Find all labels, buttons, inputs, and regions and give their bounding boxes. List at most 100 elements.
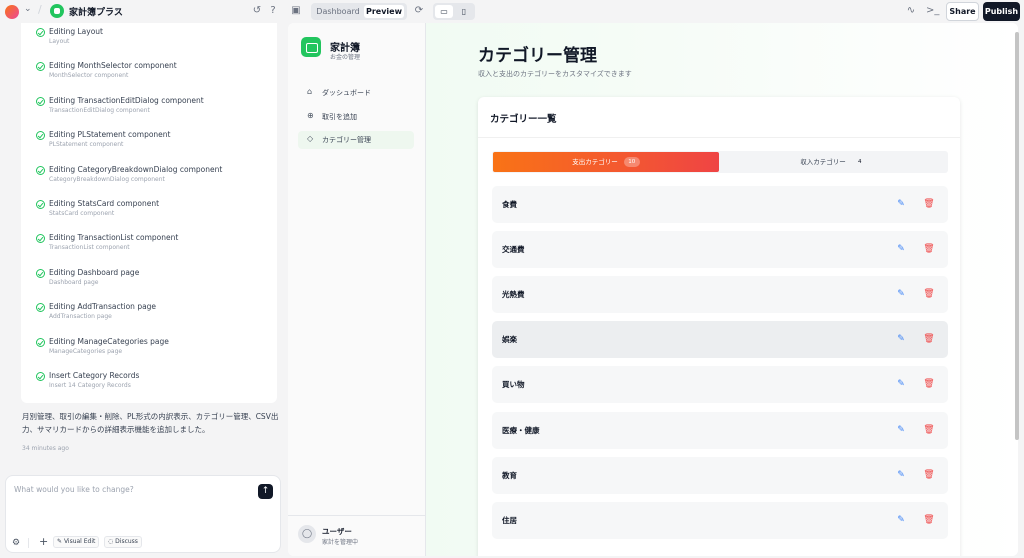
- step-subtitle: ManageCategories page: [49, 347, 123, 355]
- step-subtitle: Layout: [49, 38, 70, 45]
- sidebar-item-label: 取引を追加: [322, 113, 357, 121]
- category-row[interactable]: 住居 ✎ 🗑: [492, 501, 948, 539]
- brand-subtitle: お金の管理: [330, 54, 361, 61]
- edit-icon[interactable]: ✎: [895, 514, 907, 526]
- message-input[interactable]: What would you like to change?: [14, 485, 134, 494]
- step-subtitle: StatsCard component: [49, 210, 115, 217]
- edit-icon[interactable]: ✎: [895, 288, 907, 300]
- sidebar-item-add-transaction[interactable]: ⊕ 取引を追加: [298, 108, 414, 126]
- edit-icon[interactable]: ✎: [895, 243, 907, 255]
- divider: [288, 515, 426, 516]
- visual-edit-button[interactable]: ✎ Visual Edit: [53, 536, 100, 548]
- scrollbar[interactable]: [1015, 32, 1019, 440]
- trash-icon[interactable]: 🗑: [923, 514, 935, 526]
- step-subtitle: TransactionEditDialog component: [49, 106, 150, 114]
- device-switcher: ▭ ▯: [433, 3, 475, 20]
- trash-icon[interactable]: 🗑: [923, 288, 935, 300]
- edit-icon[interactable]: ✎: [895, 198, 907, 210]
- trash-icon[interactable]: 🗑: [923, 198, 935, 210]
- check-circle-icon: [36, 62, 45, 72]
- tag-icon: ◇: [307, 134, 314, 143]
- check-circle-icon: [36, 28, 45, 37]
- check-circle-icon: [36, 200, 45, 209]
- trash-icon[interactable]: 🗑: [923, 424, 935, 436]
- category-row[interactable]: 娯楽 ✎ 🗑: [492, 321, 948, 359]
- edit-icon[interactable]: ✎: [895, 333, 907, 345]
- workspace-logo-icon[interactable]: [5, 5, 19, 19]
- category-name: 食費: [502, 200, 517, 209]
- category-row[interactable]: 医療・健康 ✎ 🗑: [492, 411, 948, 449]
- sidebar-toggle-icon[interactable]: ▣: [290, 5, 302, 17]
- app-sidebar: 家計簿 お金の管理 ⌂ ダッシュボード ⊕ 取引を追加 ◇ カテゴリー管理 ◯ …: [288, 23, 426, 556]
- trash-icon[interactable]: 🗑: [923, 333, 935, 345]
- attach-plus-icon[interactable]: +: [39, 535, 48, 548]
- page-title: カテゴリー管理: [478, 46, 597, 66]
- category-name: 娯楽: [502, 335, 517, 345]
- tab-income-categories[interactable]: 収入カテゴリー 4: [721, 152, 947, 172]
- user-name: ユーザー: [322, 527, 352, 536]
- check-circle-icon: [36, 303, 45, 313]
- trash-icon[interactable]: 🗑: [923, 378, 935, 390]
- steps-card: Editing Layout Layout Editing MonthSelecto…: [21, 23, 277, 403]
- category-row[interactable]: 教育 ✎ 🗑: [492, 456, 948, 494]
- sidebar-item-label: カテゴリー管理: [322, 136, 371, 144]
- history-icon[interactable]: ↺: [251, 5, 263, 17]
- send-button[interactable]: ↑: [258, 484, 273, 499]
- message-composer[interactable]: What would you like to change? ↑ ⚙ + ✎ V…: [5, 475, 281, 553]
- terminal-icon[interactable]: >_: [926, 5, 939, 17]
- category-name: 教育: [502, 470, 517, 480]
- step-title: Insert Category Records: [49, 371, 140, 380]
- check-circle-icon: [36, 268, 45, 278]
- help-icon[interactable]: ?: [267, 5, 279, 17]
- activity-icon[interactable]: ∿: [905, 5, 917, 17]
- step-title: Editing PLStatement component: [49, 130, 171, 140]
- step-title: Editing Dashboard page: [49, 267, 140, 277]
- discuss-button[interactable]: ◌ Discuss: [104, 536, 142, 548]
- settings-gear-icon[interactable]: ⚙: [12, 538, 20, 548]
- count-badge: 10: [623, 157, 640, 167]
- home-icon: ⌂: [307, 87, 313, 96]
- sidebar-item-label: ダッシュボード: [322, 89, 371, 97]
- visual-edit-icon: ✎: [57, 538, 64, 545]
- sidebar-item-categories[interactable]: ◇ カテゴリー管理: [298, 131, 414, 149]
- edit-icon[interactable]: ✎: [895, 424, 907, 436]
- category-row[interactable]: 食費 ✎ 🗑: [492, 186, 948, 223]
- trash-icon[interactable]: 🗑: [923, 243, 935, 255]
- edit-icon[interactable]: ✎: [895, 469, 907, 481]
- category-row[interactable]: 光熱費 ✎ 🗑: [492, 276, 948, 314]
- workspace-chevron-down-icon[interactable]: ⌄: [24, 4, 32, 14]
- tab-dashboard[interactable]: Dashboard: [314, 5, 362, 18]
- count-badge: 4: [858, 159, 862, 165]
- step-title: Editing AddTransaction page: [49, 302, 157, 312]
- step-subtitle: Dashboard page: [49, 278, 99, 286]
- step-title: Editing Layout: [49, 27, 104, 36]
- project-chevron-down-icon[interactable]: ⌄: [113, 4, 121, 14]
- message-timestamp: 34 minutes ago: [22, 445, 69, 452]
- refresh-icon[interactable]: ⟳: [413, 5, 425, 17]
- view-switcher: Dashboard Preview: [311, 3, 407, 20]
- category-row[interactable]: 買い物 ✎ 🗑: [492, 366, 948, 404]
- check-circle-icon: [36, 372, 45, 381]
- desktop-view-icon[interactable]: ▭: [435, 5, 453, 18]
- top-bar: ⌄ / 家計簿プラス ⌄ ↺ ? ▣ Dashboard Preview ⟳ ▭…: [0, 0, 1024, 23]
- tab-label: 収入カテゴリー: [800, 158, 846, 166]
- check-circle-icon: [36, 131, 45, 141]
- trash-icon[interactable]: 🗑: [923, 469, 935, 481]
- category-list-card: カテゴリー一覧 支出カテゴリー 10 収入カテゴリー 4 食費 ✎ 🗑 交通費 ✎ 🗑 光熱費 ✎…: [478, 97, 960, 556]
- step-title: Editing CategoryBreakdownDialog componen…: [49, 164, 223, 174]
- publish-button[interactable]: Publish: [983, 2, 1020, 21]
- step-subtitle: PLStatement component: [49, 141, 124, 149]
- step-subtitle: TransactionList component: [49, 244, 130, 252]
- share-button[interactable]: Share: [946, 2, 979, 21]
- tab-preview[interactable]: Preview: [364, 5, 404, 18]
- category-row[interactable]: 交通費 ✎ 🗑: [492, 231, 948, 269]
- edit-icon[interactable]: ✎: [895, 378, 907, 390]
- card-title: カテゴリー一覧: [490, 114, 557, 125]
- step-subtitle: CategoryBreakdownDialog component: [49, 175, 165, 183]
- user-avatar-icon: ◯: [298, 525, 316, 543]
- mobile-view-icon[interactable]: ▯: [455, 5, 473, 18]
- composer-divider: [28, 538, 29, 548]
- category-name: 住居: [502, 515, 517, 525]
- sidebar-item-dashboard[interactable]: ⌂ ダッシュボード: [298, 84, 414, 102]
- tab-expense-categories[interactable]: 支出カテゴリー 10: [493, 152, 719, 172]
